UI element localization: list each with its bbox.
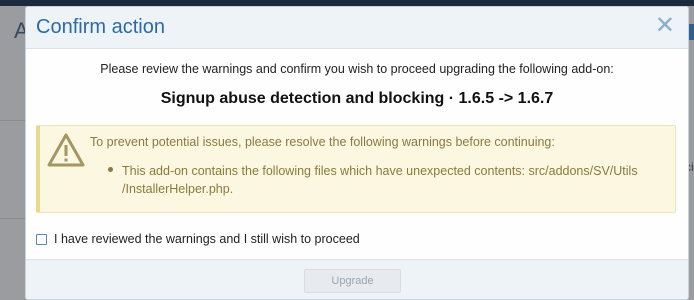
- warning-item: This add-on contains the following files…: [122, 164, 638, 196]
- dialog-header: Confirm action ✕: [26, 7, 688, 49]
- background-divider: [0, 218, 26, 219]
- background-divider: [0, 120, 26, 121]
- confirm-checkbox[interactable]: [36, 234, 47, 245]
- confirm-dialog: Confirm action ✕ Please review the warni…: [25, 6, 689, 300]
- intro-text: Please review the warnings and confirm y…: [100, 62, 614, 76]
- warning-heading: To prevent potential issues, please reso…: [90, 135, 555, 149]
- confirm-checkbox-label[interactable]: I have reviewed the warnings and I still…: [54, 232, 360, 246]
- warning-triangle-icon: [47, 133, 85, 167]
- dialog-footer: Upgrade: [26, 259, 688, 299]
- upgrade-button[interactable]: Upgrade: [304, 269, 401, 293]
- close-icon[interactable]: ✕: [655, 14, 675, 38]
- dialog-title: Confirm action: [36, 16, 165, 38]
- addon-title: Signup abuse detection and blocking · 1.…: [160, 90, 554, 107]
- bullet-icon: [108, 167, 113, 172]
- warning-box: To prevent potential issues, please reso…: [36, 125, 676, 213]
